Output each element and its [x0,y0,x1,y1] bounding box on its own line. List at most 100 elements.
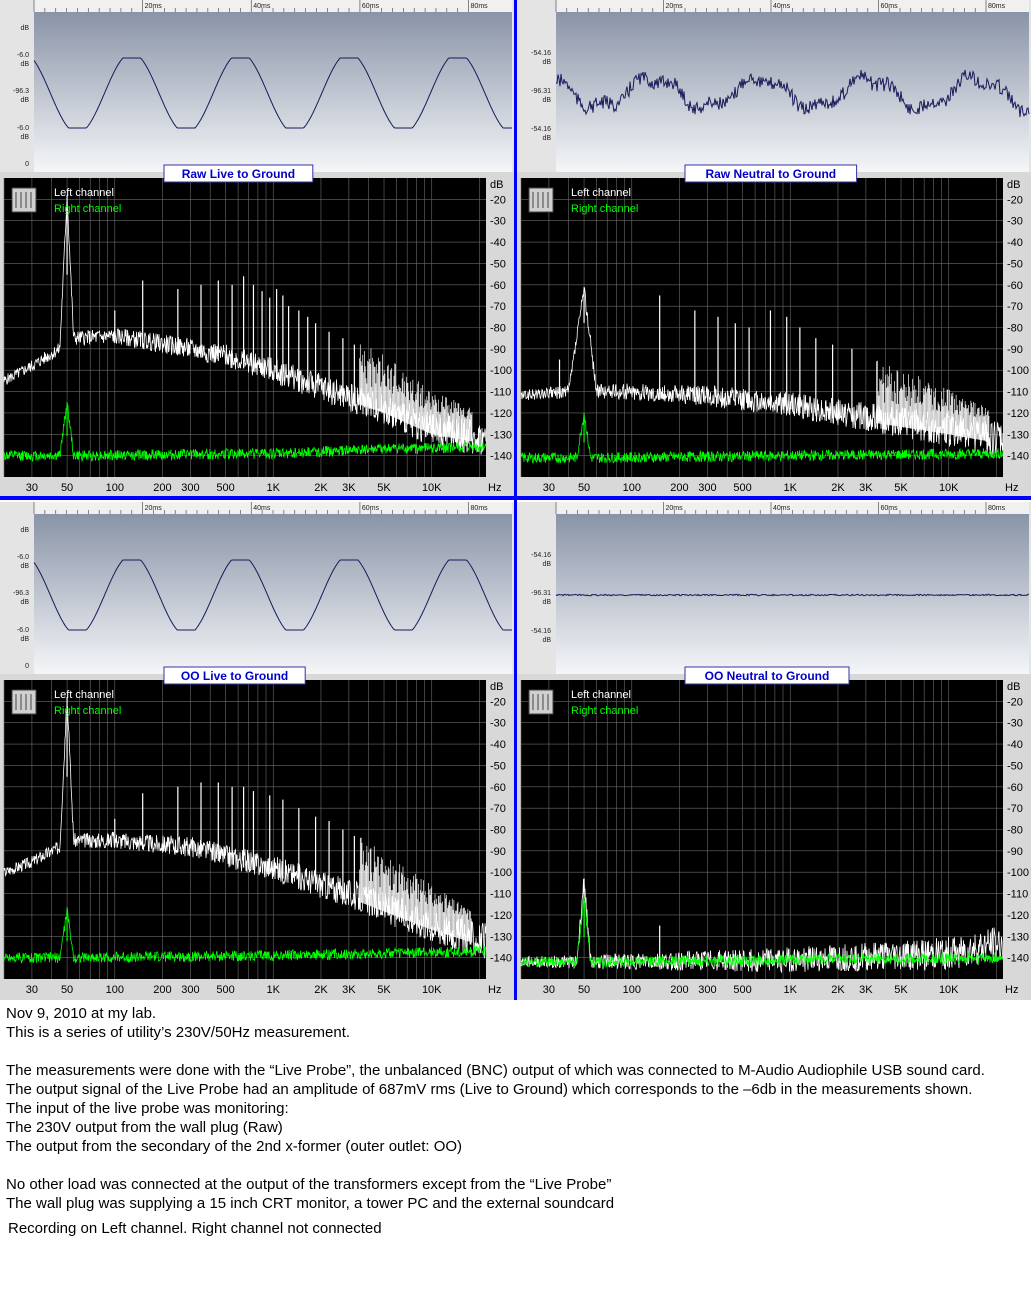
amplitude-label: dB [542,599,551,606]
amplitude-label: dB [20,599,29,606]
frequency-tick-label: 1K [267,984,281,996]
time-tick-label: 80ms [988,505,1006,512]
db-tick-label: -50 [1007,760,1023,772]
chart-oo-neutral: 20ms 40ms 60ms 80ms -54.16 dB -96.31 dB -54.16 dB… [517,502,1031,1000]
frequency-tick-label: 300 [698,482,716,494]
time-tick-label: 40ms [253,505,271,512]
frequency-tick-label: 5K [377,482,391,494]
chart-raw-neutral: 20ms 40ms 60ms 80ms -54.16 dB -96.31 dB -54.16 dB… [517,0,1031,496]
db-tick-label: -40 [490,739,506,751]
time-tick-label: 60ms [881,505,899,512]
db-tick-label: -70 [490,301,506,313]
db-tick-label: -110 [1007,889,1028,901]
frequency-tick-label: 2K [314,984,328,996]
frequency-tick-label: 5K [377,984,391,996]
amplitude-label: dB [542,97,551,104]
frequency-tick-label: 500 [216,482,234,494]
frequency-tick-label: 10K [422,482,442,494]
spectrum-view: dB -20 -30 -40 -50 -60 -70 -80 -90 -100 -110 -120 -1… [0,674,514,1000]
frequency-tick-label: 10K [939,984,959,996]
amplitude-label: -54.16 [531,628,551,635]
frequency-tick-label: 50 [61,482,73,494]
frequency-tick-label: 500 [216,984,234,996]
frequency-tick-label: 1K [784,482,798,494]
legend-left-channel: Left channel [571,187,631,199]
amplitude-label: -96.31 [531,88,551,95]
time-tick-label: 20ms [145,3,163,10]
db-tick-label: -30 [1007,718,1023,730]
frequency-tick-label: 30 [26,984,38,996]
db-tick-label: -140 [490,451,512,463]
db-tick-label: dB [1007,179,1020,191]
db-tick-label: dB [1007,681,1020,693]
db-tick-label: -30 [490,718,506,730]
legend-left-channel: Left channel [54,689,114,701]
note-line: Nov 9, 2010 at my lab. [6,1005,157,1022]
db-tick-label: -20 [490,696,506,708]
frequency-tick-label: 500 [733,984,751,996]
db-tick-label: -70 [1007,803,1023,815]
db-tick-label: -130 [490,931,512,943]
note-line: The 230V output from the wall plug (Raw) [6,1119,283,1136]
note-line: The output signal of the Live Probe had … [6,1081,973,1098]
amplitude-label: dB [20,61,29,68]
frequency-tick-label: 200 [670,482,688,494]
db-tick-label: -140 [490,953,512,965]
frequency-tick-label: 30 [26,482,38,494]
db-tick-label: -60 [490,280,506,292]
amplitude-label: -54.16 [531,126,551,133]
db-tick-label: -90 [1007,344,1023,356]
db-tick-label: -100 [1007,365,1029,377]
db-tick-label: -110 [490,387,511,399]
amplitude-label: dB [542,561,551,568]
amplitude-label: dB [20,563,29,570]
frequency-tick-label: 300 [698,984,716,996]
db-tick-label: -60 [1007,782,1023,794]
legend-right-channel: Right channel [54,203,121,215]
amplitude-label: -96.3 [13,590,29,597]
note-line: The output from the secondary of the 2nd… [6,1138,463,1155]
db-tick-label: -110 [490,889,511,901]
db-tick-label: -60 [1007,280,1023,292]
note-line: The wall plug was supplying a 15 inch CR… [6,1195,615,1212]
amplitude-label: -6.0 [17,52,29,59]
legend-icon [528,187,554,213]
time-tick-label: 20ms [666,505,684,512]
db-tick-label: -130 [490,429,512,441]
time-tick-label: 40ms [773,3,791,10]
x-axis-unit: Hz [488,482,501,494]
frequency-tick-label: 50 [578,984,590,996]
db-tick-label: -100 [1007,867,1029,879]
amplitude-label: dB [542,637,551,644]
db-tick-label: -30 [1007,216,1023,228]
frequency-tick-label: 100 [106,984,124,996]
x-axis-unit: Hz [1005,482,1018,494]
frequency-tick-label: 100 [623,482,641,494]
frequency-tick-label: 300 [181,482,199,494]
note-line: The measurements were done with the “Liv… [6,1062,985,1079]
frequency-tick-label: 5K [894,984,908,996]
db-tick-label: -70 [490,803,506,815]
db-tick-label: -40 [490,237,506,249]
frequency-tick-label: 5K [894,482,908,494]
chart-oo-live: 20ms 40ms 60ms 80ms dB -6.0 dB -96.3 dB -6.0 dB 0 dB… [0,502,514,1000]
db-tick-label: -80 [490,323,506,335]
frequency-tick-label: 2K [831,984,845,996]
db-tick-label: -40 [1007,739,1023,751]
time-tick-label: 60ms [362,3,380,10]
amplitude-label: -96.31 [531,590,551,597]
time-tick-label: 80ms [471,505,489,512]
db-tick-label: -20 [1007,696,1023,708]
amplitude-label: -54.16 [531,552,551,559]
waveform-view: 20ms 40ms 60ms 80ms dB -6.0 dB -96.3 dB -6.0 dB 0 [0,502,514,674]
db-tick-label: -90 [1007,846,1023,858]
amplitude-label: -6.0 [17,554,29,561]
frequency-tick-label: 3K [342,482,356,494]
note-line: This is a series of utility’s 230V/50Hz … [6,1024,351,1041]
spectrum-view: dB -20 -30 -40 -50 -60 -70 -80 -90 -100 -110 -120 -1… [517,172,1031,496]
vertical-divider [514,0,517,1000]
amplitude-label: -6.0 [17,627,29,634]
legend-right-channel: Right channel [571,203,638,215]
panel-oo-neutral: 20ms 40ms 60ms 80ms -54.16 dB -96.31 dB -54.16 dB… [517,502,1031,1000]
time-tick-label: 60ms [362,505,380,512]
